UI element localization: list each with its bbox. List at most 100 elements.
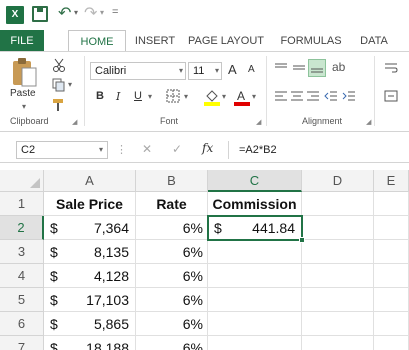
- underline-dropdown-icon[interactable]: ▾: [148, 92, 152, 101]
- cell-c7[interactable]: [208, 336, 302, 350]
- paste-icon[interactable]: [10, 56, 38, 88]
- cell-c1[interactable]: Commission: [208, 192, 302, 216]
- undo-dropdown-icon[interactable]: ▾: [74, 8, 78, 17]
- cell-b2[interactable]: 6%: [136, 216, 208, 240]
- font-color-dropdown-icon[interactable]: ▾: [252, 92, 256, 101]
- align-middle-icon[interactable]: [292, 62, 306, 74]
- wrap-text-icon[interactable]: [384, 62, 398, 74]
- cell-d3[interactable]: [302, 240, 374, 264]
- font-name-select[interactable]: Calibri ▾: [90, 62, 186, 80]
- customize-toolbar-icon[interactable]: =: [112, 6, 118, 18]
- fill-handle[interactable]: [299, 237, 305, 243]
- cell-e6[interactable]: [374, 312, 409, 336]
- cell-d5[interactable]: [302, 288, 374, 312]
- cancel-icon[interactable]: ✕: [142, 142, 152, 156]
- cell-c5[interactable]: [208, 288, 302, 312]
- cell-a6[interactable]: $ 5,865: [44, 312, 136, 336]
- cell-e7[interactable]: [374, 336, 409, 350]
- borders-dropdown-icon[interactable]: ▾: [184, 92, 188, 101]
- tab-page-layout[interactable]: PAGE LAYOUT: [186, 30, 266, 52]
- cell-d7[interactable]: [302, 336, 374, 350]
- orientation-icon[interactable]: ab: [332, 60, 345, 74]
- font-color-icon[interactable]: A: [234, 88, 250, 106]
- row-header-5[interactable]: 5: [0, 288, 44, 312]
- cell-a4[interactable]: $ 4,128: [44, 264, 136, 288]
- column-header-b[interactable]: B: [136, 170, 208, 192]
- cell-c3[interactable]: [208, 240, 302, 264]
- alignment-launcher-icon[interactable]: ◢: [366, 118, 371, 126]
- cell-b7[interactable]: 6%: [136, 336, 208, 350]
- borders-icon[interactable]: [166, 89, 180, 103]
- column-header-d[interactable]: D: [302, 170, 374, 192]
- cell-a7[interactable]: $ 18,188: [44, 336, 136, 350]
- insert-function-button[interactable]: fx: [202, 141, 213, 155]
- cell-a2[interactable]: $ 7,364: [44, 216, 136, 240]
- redo-dropdown-icon[interactable]: ▾: [100, 8, 104, 17]
- align-top-icon[interactable]: [274, 62, 288, 74]
- cell-e2[interactable]: [374, 216, 409, 240]
- cut-icon[interactable]: [52, 58, 66, 72]
- font-launcher-icon[interactable]: ◢: [256, 118, 261, 126]
- formula-input[interactable]: =A2*B2: [228, 141, 409, 159]
- cell-e3[interactable]: [374, 240, 409, 264]
- column-header-a[interactable]: A: [44, 170, 136, 192]
- cell-e4[interactable]: [374, 264, 409, 288]
- column-header-c[interactable]: C: [208, 170, 302, 192]
- cell-b1[interactable]: Rate: [136, 192, 208, 216]
- align-bottom-button[interactable]: [308, 59, 326, 77]
- copy-icon[interactable]: [52, 78, 66, 92]
- row-header-1[interactable]: 1: [0, 192, 44, 216]
- font-size-select[interactable]: 11 ▾: [188, 62, 222, 80]
- row-header-6[interactable]: 6: [0, 312, 44, 336]
- cell-d6[interactable]: [302, 312, 374, 336]
- cell-b3[interactable]: 6%: [136, 240, 208, 264]
- decrease-indent-icon[interactable]: [324, 90, 338, 102]
- cell-b5[interactable]: 6%: [136, 288, 208, 312]
- italic-button[interactable]: I: [116, 90, 120, 103]
- fill-color-dropdown-icon[interactable]: ▾: [222, 92, 226, 101]
- cell-b6[interactable]: 6%: [136, 312, 208, 336]
- cell-a5[interactable]: $ 17,103: [44, 288, 136, 312]
- grow-font-button[interactable]: A: [228, 62, 237, 77]
- tab-data[interactable]: DATA: [354, 30, 394, 52]
- cell-e1[interactable]: [374, 192, 409, 216]
- copy-dropdown-icon[interactable]: ▾: [68, 80, 72, 89]
- worksheet-grid[interactable]: A B C D E 1 2 3 4 5 6 7 Sale Price Rate …: [0, 170, 409, 350]
- tab-file[interactable]: FILE: [0, 30, 44, 52]
- tab-formulas[interactable]: FORMULAS: [278, 30, 344, 52]
- name-box[interactable]: C2 ▾: [16, 141, 108, 159]
- clipboard-launcher-icon[interactable]: ◢: [72, 118, 77, 126]
- merge-center-icon[interactable]: [384, 90, 398, 102]
- format-painter-icon[interactable]: [52, 98, 66, 112]
- cell-c6[interactable]: [208, 312, 302, 336]
- save-icon[interactable]: [32, 6, 48, 22]
- align-left-icon[interactable]: [274, 90, 288, 102]
- column-header-e[interactable]: E: [374, 170, 409, 192]
- cell-b4[interactable]: 6%: [136, 264, 208, 288]
- tab-insert[interactable]: INSERT: [130, 30, 180, 52]
- fill-color-icon[interactable]: [204, 88, 220, 106]
- cell-d1[interactable]: [302, 192, 374, 216]
- cell-a1[interactable]: Sale Price: [44, 192, 136, 216]
- increase-indent-icon[interactable]: [342, 90, 356, 102]
- undo-icon[interactable]: ↶: [58, 3, 71, 23]
- select-all-button[interactable]: [0, 170, 44, 192]
- cell-a3[interactable]: $ 8,135: [44, 240, 136, 264]
- row-header-7[interactable]: 7: [0, 336, 44, 350]
- cell-e5[interactable]: [374, 288, 409, 312]
- align-right-icon[interactable]: [306, 90, 320, 102]
- underline-button[interactable]: U: [134, 90, 142, 102]
- enter-icon[interactable]: ✓: [172, 142, 182, 156]
- bold-button[interactable]: B: [96, 90, 104, 102]
- paste-label[interactable]: Paste: [10, 88, 36, 99]
- row-header-2[interactable]: 2: [0, 216, 44, 240]
- redo-icon[interactable]: ↷: [84, 3, 97, 23]
- row-header-3[interactable]: 3: [0, 240, 44, 264]
- shrink-font-button[interactable]: A: [248, 64, 255, 75]
- row-header-4[interactable]: 4: [0, 264, 44, 288]
- cell-d2[interactable]: [302, 216, 374, 240]
- cell-d4[interactable]: [302, 264, 374, 288]
- paste-dropdown-icon[interactable]: ▾: [22, 102, 26, 111]
- align-center-icon[interactable]: [290, 90, 304, 102]
- tab-home[interactable]: HOME: [68, 30, 126, 52]
